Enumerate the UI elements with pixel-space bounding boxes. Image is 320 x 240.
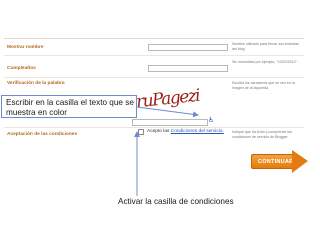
checkbox-callout-text: Activar la casilla de condiciones <box>118 197 234 206</box>
captcha-callout: Escribir en la casilla el texto que se m… <box>1 95 137 118</box>
captcha-callout-text: Escribir en la casilla el texto que se m… <box>6 98 134 117</box>
captcha-callout-arrow <box>136 106 199 118</box>
